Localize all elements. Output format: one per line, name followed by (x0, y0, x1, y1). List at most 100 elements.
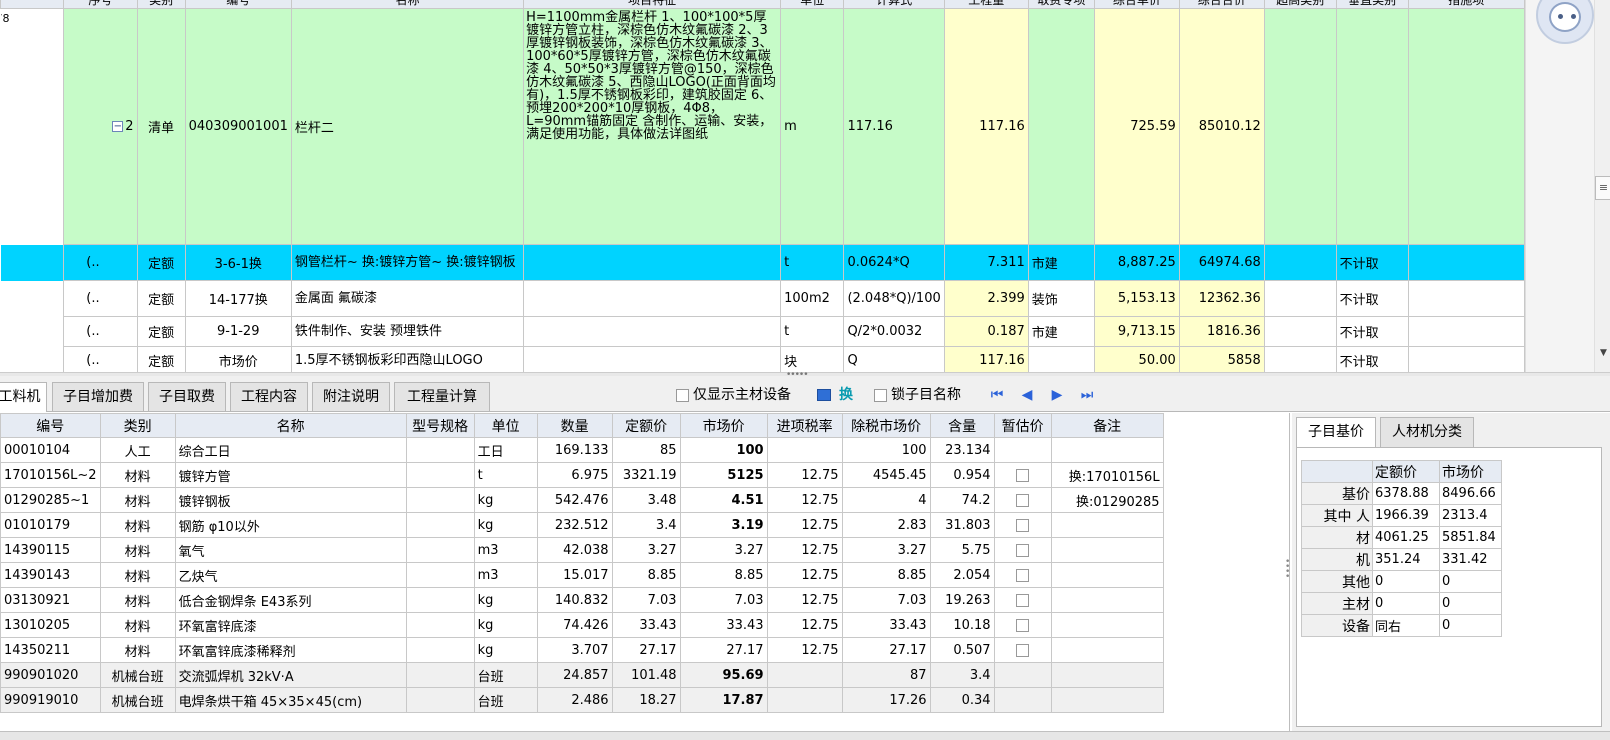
cell-height[interactable] (1263, 8, 1337, 245)
estimate-checkbox[interactable] (1016, 518, 1030, 532)
resource-cell-content[interactable]: 0.954 (929, 462, 995, 488)
quota-code[interactable]: 市场价 (184, 346, 292, 372)
quota-fee[interactable]: 市建 (1027, 316, 1096, 347)
quota-vertical[interactable]: 不计取 (1335, 244, 1409, 281)
resource-cell-base[interactable]: 8.85 (611, 562, 681, 588)
resource-cell-note[interactable] (1050, 612, 1164, 638)
scroll-grip-icon[interactable]: ≡ (1595, 176, 1610, 200)
quota-measure[interactable] (1407, 280, 1525, 317)
resource-cell-unit[interactable]: 台班 (473, 662, 538, 688)
col-market-price[interactable]: 市场价 (679, 413, 768, 438)
quota-fee[interactable]: 装饰 (1027, 280, 1096, 317)
estimate-checkbox[interactable] (1016, 568, 1030, 582)
header-code[interactable]: 编号 (184, 0, 292, 9)
quota-seq[interactable]: (.. (63, 244, 138, 281)
header-vertical[interactable]: 垂直类别 (1335, 0, 1409, 9)
quota-fee[interactable] (1027, 346, 1096, 372)
resource-cell-note[interactable] (1050, 662, 1164, 688)
header-fee[interactable]: 取费专项 (1027, 0, 1096, 9)
resource-cell-unit[interactable]: kg (473, 512, 538, 538)
resource-cell-spec[interactable] (405, 512, 475, 538)
resource-cell-qty[interactable]: 140.832 (536, 587, 613, 613)
resource-cell-note[interactable] (1050, 437, 1164, 463)
tab-item-surcharge[interactable]: 子目增加费 (52, 382, 144, 411)
tab-base-price[interactable]: 子目基价 (1296, 417, 1376, 447)
resource-cell-type[interactable]: 机械台班 (99, 662, 176, 688)
quota-total[interactable]: 5858 (1178, 346, 1265, 372)
resource-cell-market[interactable]: 3.27 (679, 537, 768, 563)
resource-cell-market[interactable]: 5125 (679, 462, 768, 488)
resource-cell-name[interactable]: 钢筋 φ10以外 (174, 512, 407, 538)
swap-button[interactable]: 换 (817, 386, 853, 404)
resource-cell-note[interactable]: 换:01290285 (1050, 487, 1164, 513)
header-qty[interactable]: 工程量 (943, 0, 1029, 9)
resource-cell-market[interactable]: 27.17 (679, 637, 768, 663)
resource-cell-spec[interactable] (405, 487, 475, 513)
resource-row[interactable]: 17010156L~2 材料 镀锌方管 t 6.975 3321.19 5125 12.75 4… (0, 462, 1164, 488)
resource-row[interactable]: 00010104 人工 综合工日 工日 169.133 85 100 100 23.134 (0, 437, 1164, 463)
resource-cell-spec[interactable] (405, 587, 475, 613)
resource-cell-est[interactable] (993, 587, 1052, 613)
quota-unit[interactable]: 100m2 (780, 280, 845, 317)
cell-unit[interactable]: m (780, 8, 845, 245)
resource-cell-qty[interactable]: 42.038 (536, 537, 613, 563)
lock-name-checkbox[interactable] (874, 388, 887, 402)
resource-cell-name[interactable]: 镀锌方管 (174, 462, 407, 488)
tab-labor-material[interactable]: 工料机 (0, 382, 47, 412)
resource-cell-type[interactable]: 机械台班 (99, 687, 176, 713)
quota-row[interactable]: (.. 定额 市场价 1.5厚不锈钢板彩印西隐山LOGO 块 Q 117.16 50.00 58… (0, 346, 1525, 372)
resource-row[interactable]: 13010205 材料 环氧富锌底漆 kg 74.426 33.43 33.43 12.75 3… (0, 612, 1164, 638)
resource-cell-tax[interactable]: 12.75 (766, 562, 843, 588)
cell-name[interactable]: 栏杆二 (290, 8, 525, 245)
quota-formula[interactable]: Q/2*0.0032 (843, 316, 945, 347)
quota-unit[interactable]: t (780, 244, 845, 281)
quota-total[interactable]: 1816.36 (1178, 316, 1265, 347)
quota-seq[interactable]: (.. (63, 316, 138, 347)
resource-cell-content[interactable]: 2.054 (929, 562, 995, 588)
header-seq[interactable]: 序号 (63, 0, 138, 9)
resource-cell-type[interactable]: 材料 (99, 487, 176, 513)
resource-cell-tax[interactable] (766, 662, 843, 688)
resource-cell-note[interactable] (1050, 687, 1164, 713)
resource-cell-qty[interactable]: 169.133 (536, 437, 613, 463)
resource-cell-code[interactable]: 990901020 (0, 662, 101, 688)
quota-vertical[interactable]: 不计取 (1335, 280, 1409, 317)
col-tax-rate[interactable]: 进项税率 (766, 413, 843, 438)
resource-cell-base[interactable]: 85 (611, 437, 681, 463)
resource-cell-base[interactable]: 18.27 (611, 687, 681, 713)
quota-height[interactable] (1263, 280, 1337, 317)
resource-cell-tax[interactable]: 12.75 (766, 612, 843, 638)
resource-cell-note[interactable]: 换:17010156L (1050, 462, 1164, 488)
resource-cell-base[interactable]: 7.03 (611, 587, 681, 613)
resource-cell-code[interactable]: 17010156L~2 (0, 462, 101, 488)
quota-qty[interactable]: 2.399 (943, 280, 1029, 317)
only-main-checkbox[interactable] (676, 388, 689, 402)
resource-cell-spec[interactable] (405, 462, 475, 488)
resource-cell-content[interactable]: 5.75 (929, 537, 995, 563)
resource-cell-name[interactable]: 低合金钢焊条 E43系列 (174, 587, 407, 613)
resource-cell-tax[interactable]: 12.75 (766, 512, 843, 538)
prev-record-icon[interactable]: ◀ (1020, 387, 1034, 403)
resource-cell-spec[interactable] (405, 637, 475, 663)
quota-type[interactable]: 定额 (136, 280, 186, 317)
resource-cell-content[interactable]: 23.134 (929, 437, 995, 463)
col-unit[interactable]: 单位 (473, 413, 538, 438)
resource-cell-content[interactable]: 0.34 (929, 687, 995, 713)
col-type[interactable]: 类别 (99, 413, 176, 438)
quota-vertical[interactable]: 不计取 (1335, 316, 1409, 347)
resource-cell-est[interactable] (993, 612, 1052, 638)
resource-cell-qty[interactable]: 6.975 (536, 462, 613, 488)
resource-cell-code[interactable]: 14390143 (0, 562, 101, 588)
tab-resource-category[interactable]: 人材机分类 (1380, 417, 1474, 447)
resource-cell-est[interactable] (993, 562, 1052, 588)
quota-name[interactable]: 1.5厚不锈钢板彩印西隐山LOGO (290, 346, 525, 372)
resource-cell-tax[interactable]: 12.75 (766, 537, 843, 563)
resource-cell-tax[interactable]: 12.75 (766, 637, 843, 663)
header-measure[interactable]: 措施项 (1407, 0, 1525, 9)
estimate-checkbox[interactable] (1016, 543, 1030, 557)
resource-row[interactable]: 01290285~1 材料 镀锌钢板 kg 542.476 3.48 4.51 12.75 4 7… (0, 487, 1164, 513)
resource-cell-tax[interactable]: 12.75 (766, 587, 843, 613)
resource-row[interactable]: 03130921 材料 低合金钢焊条 E43系列 kg 140.832 7.03 7.03 1… (0, 587, 1164, 613)
col-spec[interactable]: 型号规格 (405, 413, 475, 438)
resource-cell-net[interactable]: 3.27 (841, 537, 931, 563)
